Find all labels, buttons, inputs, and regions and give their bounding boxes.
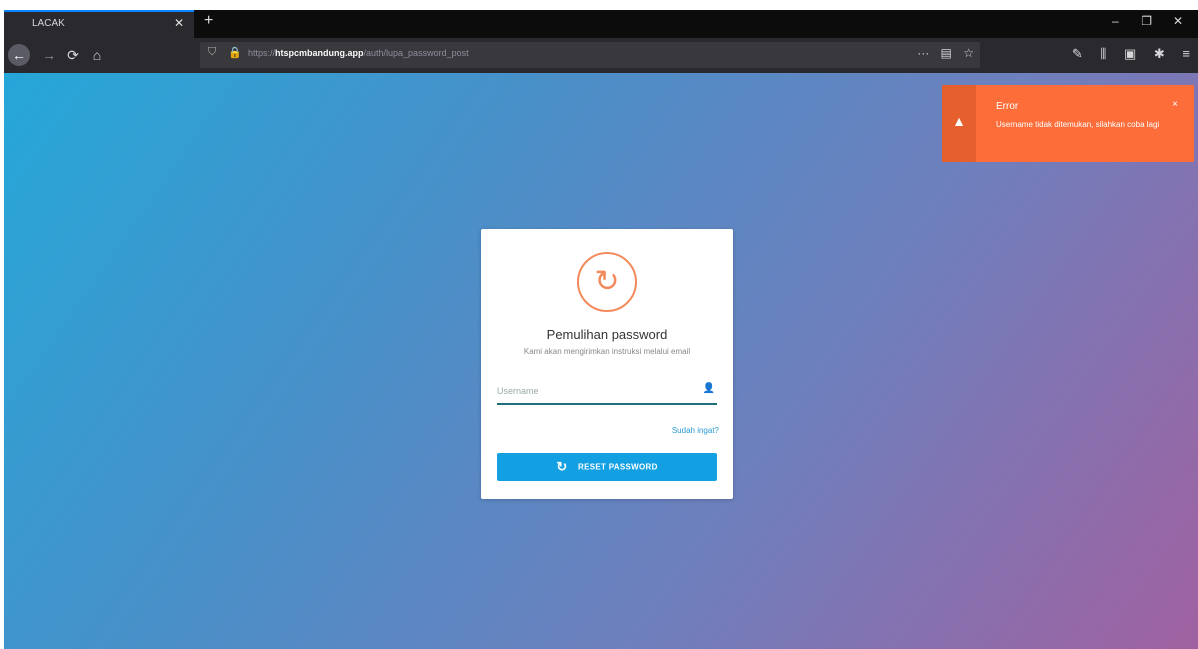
reset-password-button[interactable]: ↻ RESET PASSWORD (497, 453, 717, 481)
browser-toolbar: ✎ ⫼ ▣ ✱ ≡ (1058, 46, 1190, 62)
developer-tools-icon[interactable]: ✎ (1072, 46, 1083, 61)
library-icon[interactable]: ⫼ (1100, 46, 1106, 61)
password-recovery-card: ↻ Pemulihan password Kami akan mengirimk… (481, 229, 733, 499)
reset-circle-icon: ↻ (577, 252, 637, 312)
new-tab-icon[interactable]: + (204, 12, 213, 30)
close-window-icon[interactable]: ✕ (1164, 14, 1192, 28)
card-title: Pemulihan password (546, 327, 668, 342)
page-actions-icon[interactable]: ··· (917, 46, 929, 60)
reset-button-label: RESET PASSWORD (578, 462, 658, 472)
home-icon[interactable]: ⌂ (86, 44, 108, 66)
warning-icon: ▲ (952, 113, 966, 129)
toast-message: Username tidak ditemukan, silahkan coba … (996, 120, 1160, 129)
tab-title: LACAK (32, 18, 65, 29)
window-controls: – ❐ ✕ (1101, 14, 1192, 28)
browser-tab[interactable]: LACAK ✕ (4, 10, 194, 38)
url-prefix: https:// (248, 48, 276, 58)
forward-arrow-icon[interactable]: → (38, 44, 60, 66)
lock-icon[interactable]: 🔒 (228, 46, 242, 59)
tab-close-icon[interactable]: ✕ (174, 16, 184, 30)
extension-icon[interactable]: ✱ (1154, 46, 1165, 61)
error-toast: ▲ Error Username tidak ditemukan, silahk… (942, 85, 1194, 162)
card-subtitle: Kami akan mengirimkan instruksi melalui … (523, 347, 691, 356)
page-background: ↻ Pemulihan password Kami akan mengirimk… (4, 73, 1198, 649)
browser-chrome: LACAK ✕ + – ❐ ✕ ← → ⟳ ⌂ ⛉ 🔒 https://htsp… (4, 10, 1198, 73)
restore-icon[interactable]: ❐ (1133, 14, 1161, 28)
username-input[interactable] (497, 383, 687, 399)
url-domain: htspcmbandung.app (275, 48, 364, 58)
user-icon: 👤 (702, 383, 715, 394)
tracking-shield-icon[interactable]: ⛉ (208, 46, 216, 59)
url-path: /auth/lupa_password_post (363, 48, 469, 58)
navigation-bar: ← → ⟳ ⌂ ⛉ 🔒 https://htspcmbandung.app/au… (4, 38, 1198, 73)
sidebar-icon[interactable]: ▣ (1124, 46, 1136, 61)
menu-icon[interactable]: ≡ (1182, 46, 1190, 61)
reload-icon[interactable]: ⟳ (62, 44, 84, 66)
reset-arrow-icon: ↻ (594, 265, 620, 298)
reader-view-icon[interactable]: ▤ (941, 46, 952, 60)
toast-title: Error (996, 101, 1019, 112)
minimize-icon[interactable]: – (1101, 14, 1129, 28)
toast-close-icon[interactable]: × (1172, 99, 1178, 110)
url-bar[interactable]: ⛉ 🔒 https://htspcmbandung.app/auth/lupa_… (200, 42, 980, 68)
back-arrow-icon[interactable]: ← (8, 44, 30, 66)
remember-password-link[interactable]: Sudah ingat? (672, 426, 719, 435)
tab-strip: LACAK ✕ + – ❐ ✕ (4, 10, 1198, 38)
url-actions: ··· ▤ ☆ (909, 46, 974, 60)
username-field: 👤 (497, 379, 717, 405)
toast-icon-area: ▲ (942, 85, 976, 162)
url-text[interactable]: https://htspcmbandung.app/auth/lupa_pass… (248, 48, 469, 58)
bookmark-star-icon[interactable]: ☆ (963, 46, 974, 60)
reset-button-icon: ↻ (556, 459, 568, 474)
